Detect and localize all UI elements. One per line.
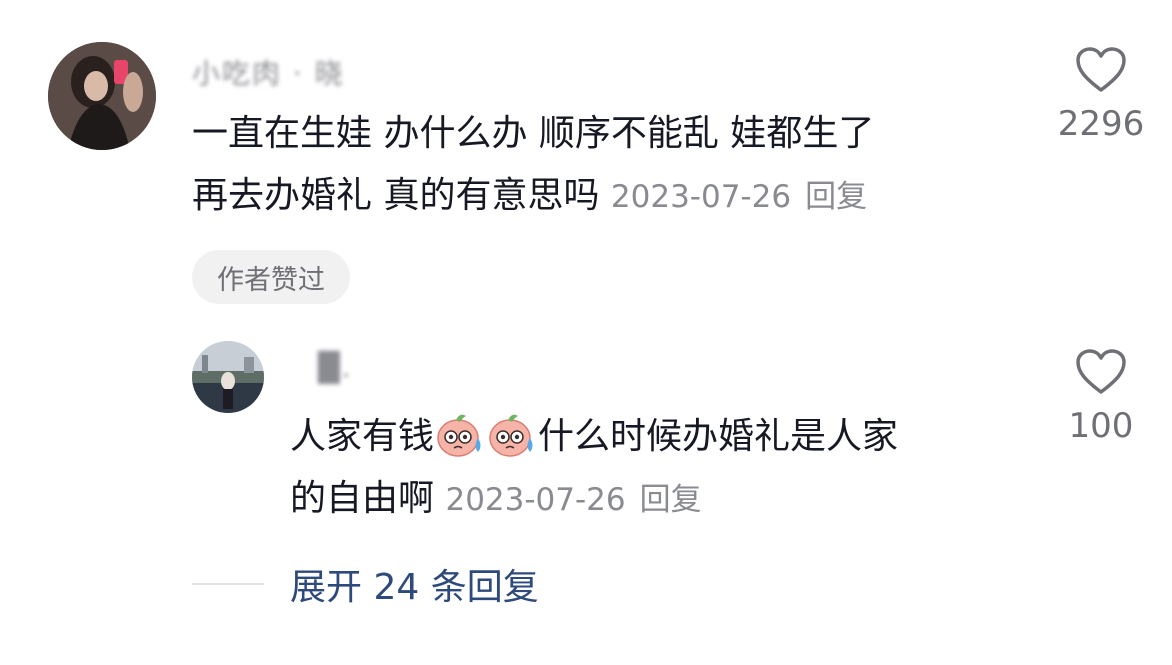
comment-line-text: 什么时候办婚礼是人家 — [538, 416, 899, 457]
sweating-peach-emoji-icon — [489, 414, 533, 457]
comment-line: 人家有钱 什么时候办婚礼是人家 — [290, 406, 898, 468]
author-liked-badge: 作者赞过 — [192, 250, 350, 304]
like-count: 2296 — [1057, 104, 1145, 144]
comment-text: 一直在生娃 办什么办 顺序不能乱 娃都生了 再去办婚礼 真的有意思吗 2023-… — [192, 103, 874, 228]
avatar[interactable] — [48, 42, 156, 150]
comment-date: 2023-07-26 — [445, 482, 626, 518]
avatar-photo-icon — [192, 341, 264, 413]
comment-line: 一直在生娃 办什么办 顺序不能乱 娃都生了 — [192, 113, 875, 154]
comment-line: 再去办婚礼 真的有意思吗 2023-07-26 回复 — [192, 165, 874, 228]
reply-button[interactable]: 回复 — [640, 482, 702, 518]
username[interactable]: █. — [318, 351, 352, 384]
expand-replies-button[interactable]: 展开 24 条回复 — [290, 558, 539, 610]
like-button[interactable]: 2296 — [1046, 46, 1156, 144]
comment-line-text: 的自由啊 — [290, 478, 435, 519]
comment-meta: 2023-07-26 回复 — [445, 482, 701, 518]
comment-text: 人家有钱 什么时候办婚礼是人家 的自由啊 2023-07-26 回复 — [290, 406, 898, 531]
comment-date: 2023-07-26 — [610, 179, 792, 215]
like-button[interactable]: 100 — [1046, 348, 1156, 446]
avatar[interactable] — [192, 341, 264, 413]
heart-icon[interactable] — [1075, 348, 1127, 396]
divider — [192, 583, 264, 585]
comment-line: 的自由啊 2023-07-26 回复 — [290, 468, 898, 531]
comment-line-text: 再去办婚礼 真的有意思吗 — [192, 175, 600, 216]
heart-icon[interactable] — [1075, 46, 1127, 94]
sweating-peach-emoji-icon — [437, 414, 481, 457]
username[interactable]: 小吃肉 · 晓 — [192, 52, 345, 92]
comment-line-text: 人家有钱 — [290, 416, 435, 457]
like-count: 100 — [1068, 406, 1134, 446]
avatar-photo-icon — [48, 42, 156, 150]
comment-meta: 2023-07-26 回复 — [611, 179, 867, 215]
reply-button[interactable]: 回复 — [805, 179, 867, 215]
